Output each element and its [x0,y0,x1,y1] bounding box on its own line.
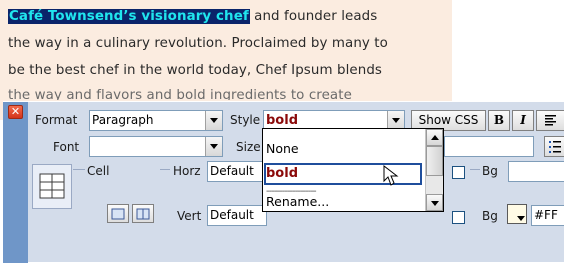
horz-label: Horz [173,164,201,178]
bg-color-field[interactable]: #FF [531,205,564,226]
scroll-thumb[interactable] [426,146,443,176]
doc-line-1[interactable]: Café Townsend’s visionary chef and found… [8,9,377,24]
style-option-rename[interactable]: Rename... [266,194,329,209]
style-option-none[interactable]: None [266,141,299,156]
size-label: Size [236,140,261,154]
bg-label: Bg [482,164,498,178]
list-button[interactable] [544,136,564,157]
bg-color-value: #FF [534,208,558,222]
doc-line-2[interactable]: the way in a culinary revolution. Procla… [8,36,388,51]
list-icon [549,141,561,153]
swatch-arrow-icon [517,216,525,221]
scroll-down-icon[interactable] [426,194,443,211]
close-icon[interactable]: ✕ [8,105,23,119]
align-left-icon [545,115,556,126]
align-left-button[interactable] [536,110,564,131]
selected-text[interactable]: Café Townsend’s visionary chef [8,9,250,24]
scroll-up-icon[interactable] [426,129,443,146]
vert-label: Vert [177,209,202,223]
style-dropdown-list[interactable]: None bold ------------------- Rename... [262,128,444,212]
mouse-pointer-icon [383,165,399,186]
cell-line [73,169,85,170]
format-label: Format [35,113,78,127]
doc-text: and founder leads [249,9,378,24]
bg-line [470,169,480,170]
header-checkbox[interactable] [452,211,465,224]
style-label: Style [230,113,261,127]
italic-button[interactable]: I [512,110,534,131]
style-option-bold[interactable]: bold [266,166,298,181]
font-select[interactable] [89,136,223,157]
cell-icon-frame [32,164,72,209]
color-swatch[interactable] [507,204,527,224]
bg-image-field[interactable] [508,161,564,182]
horz-line [160,169,170,170]
horz-select[interactable]: Default [207,161,267,182]
chevron-down-icon[interactable] [205,111,222,130]
vert-select[interactable]: Default [207,205,267,226]
doc-line-3[interactable]: be the best chef in the world today, Che… [8,63,382,78]
color-field[interactable] [444,136,534,157]
no-wrap-checkbox[interactable] [452,166,465,179]
bg-color-label: Bg [482,209,498,223]
split-cell-button[interactable] [132,204,154,223]
merge-cells-button[interactable] [107,204,129,223]
merge-cells-icon [111,208,125,220]
inspector-side-strip: ✕ [3,102,28,263]
bold-button[interactable]: B [488,110,510,131]
doc-line-4-clipped: the way and flavors and bold ingredients… [8,88,352,100]
format-value: Paragraph [92,113,154,127]
style-list-scrollbar[interactable] [425,129,443,211]
horz-value: Default [210,164,254,178]
table-cell-icon [39,173,65,199]
font-label: Font [53,140,80,154]
style-value: bold [266,113,298,128]
split-cell-icon [136,208,150,220]
vert-value: Default [210,208,254,222]
cell-label: Cell [87,164,110,178]
format-select[interactable]: Paragraph [89,110,223,131]
chevron-down-icon[interactable] [205,137,222,156]
property-inspector: ✕ Format Paragraph Style bold Show CSS B… [3,101,564,263]
